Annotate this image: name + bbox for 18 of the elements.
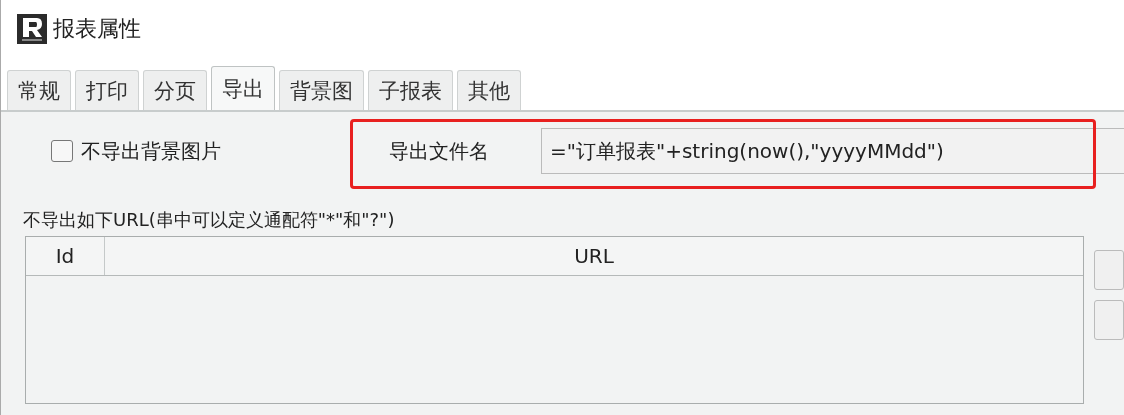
column-header: URL [573, 243, 615, 270]
side-button[interactable] [1094, 250, 1124, 290]
window-title: 报表属性 [53, 15, 141, 43]
checkbox-label: 不导出背景图片 [81, 137, 221, 165]
tab[interactable]: 导出 [211, 66, 275, 110]
tab[interactable]: 子报表 [368, 70, 453, 110]
checkbox[interactable] [51, 140, 73, 162]
column-header: Id [26, 237, 105, 275]
field-label: 导出文件名 [389, 137, 490, 165]
tab[interactable]: 其他 [457, 70, 521, 110]
app-logo-icon [17, 14, 47, 44]
side-button[interactable] [1094, 300, 1124, 340]
tab[interactable]: 分页 [143, 70, 207, 110]
filename-field[interactable]: ="订单报表"+string(now(),"yyyyMMdd") [541, 128, 1124, 174]
tab[interactable]: 打印 [75, 70, 139, 110]
tab[interactable]: 背景图 [279, 70, 364, 110]
tab[interactable]: 常规 [7, 70, 71, 110]
section-label: 不导出如下URL(串中可以定义通配符"*"和"?") [23, 208, 395, 232]
